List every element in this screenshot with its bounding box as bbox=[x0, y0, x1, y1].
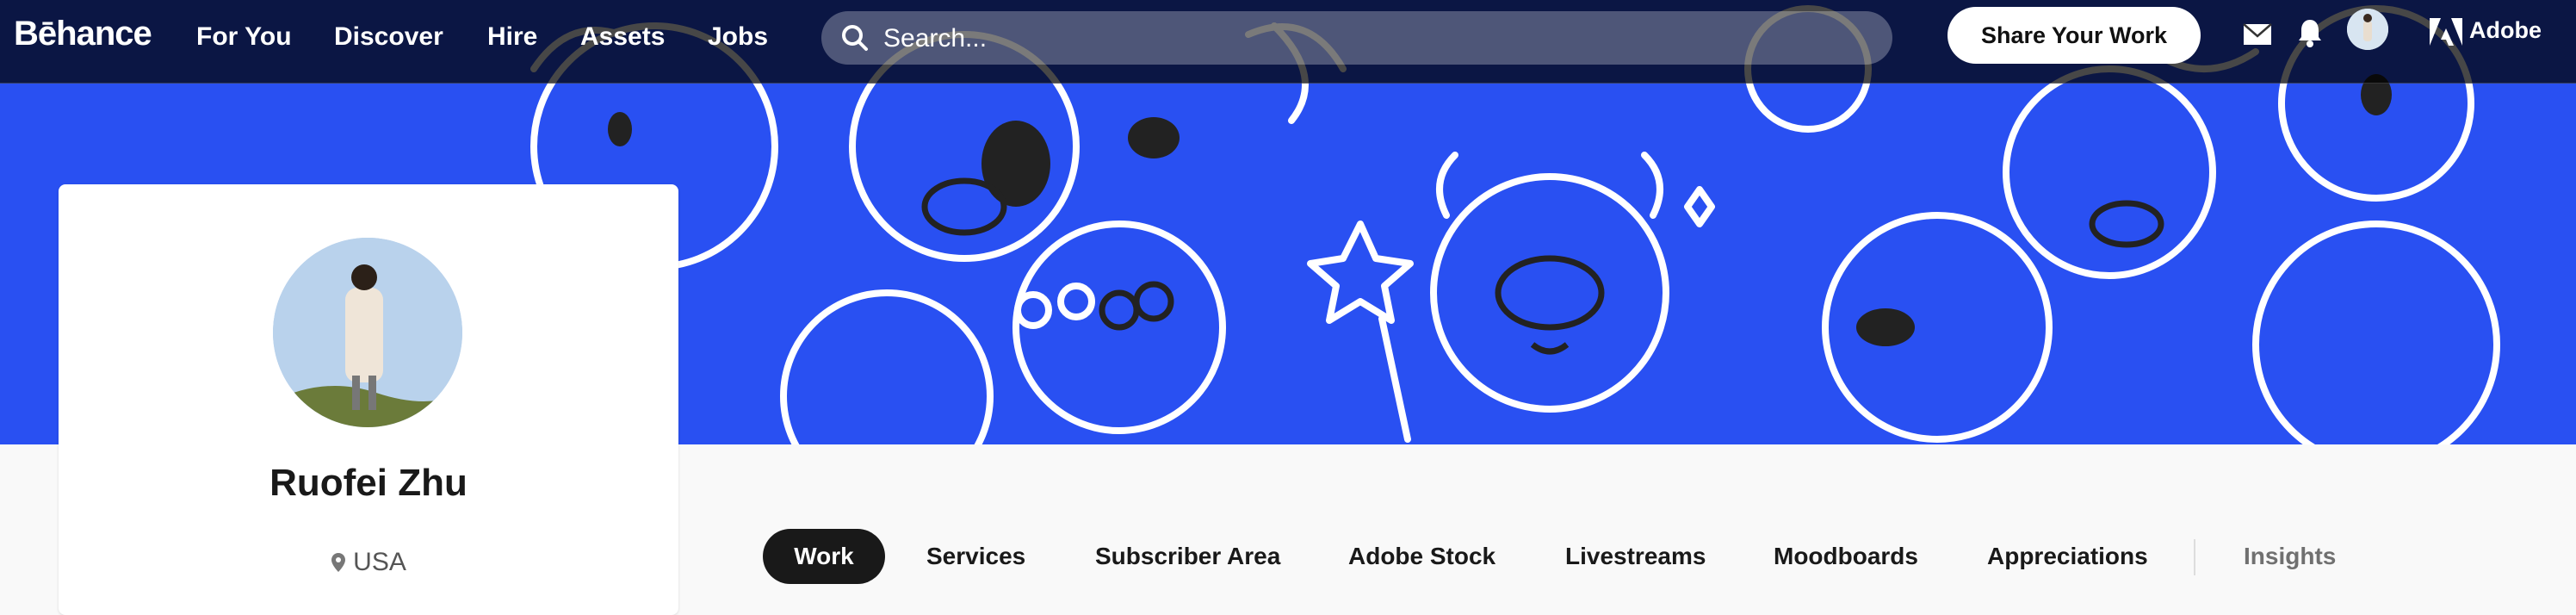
adobe-link[interactable]: Adobe bbox=[2430, 17, 2542, 46]
tab-moodboards[interactable]: Moodboards bbox=[1774, 529, 1918, 584]
tab-work[interactable]: Work bbox=[763, 529, 885, 584]
tab-livestreams[interactable]: Livestreams bbox=[1565, 529, 1706, 584]
adobe-logo-icon bbox=[2430, 17, 2462, 46]
behance-logo[interactable]: Bēhance bbox=[14, 15, 152, 53]
tab-services[interactable]: Services bbox=[926, 529, 1025, 584]
profile-avatar bbox=[273, 238, 462, 427]
tab-insights[interactable]: Insights bbox=[2244, 529, 2336, 584]
nav-for-you[interactable]: For You bbox=[196, 22, 292, 52]
bell-icon[interactable] bbox=[2297, 17, 2323, 48]
search-placeholder: Search... bbox=[883, 24, 988, 53]
tab-adobe-stock[interactable]: Adobe Stock bbox=[1348, 529, 1495, 584]
location-pin-icon bbox=[331, 553, 346, 572]
mail-icon[interactable] bbox=[2242, 22, 2273, 47]
profile-card: Ruofei Zhu USA bbox=[59, 184, 678, 615]
profile-location: USA bbox=[59, 548, 678, 577]
nav-jobs[interactable]: Jobs bbox=[708, 22, 768, 52]
profile-name: Ruofei Zhu bbox=[269, 462, 468, 504]
nav-hire[interactable]: Hire bbox=[487, 22, 537, 52]
tab-divider bbox=[2194, 539, 2195, 575]
profile-location-text: USA bbox=[353, 548, 406, 576]
tab-subscriber-area[interactable]: Subscriber Area bbox=[1095, 529, 1280, 584]
user-avatar[interactable] bbox=[2347, 9, 2388, 50]
adobe-label: Adobe bbox=[2469, 17, 2542, 43]
nav-discover[interactable]: Discover bbox=[334, 22, 443, 52]
tab-appreciations[interactable]: Appreciations bbox=[1987, 529, 2148, 584]
search-icon bbox=[842, 25, 868, 51]
nav-assets[interactable]: Assets bbox=[580, 22, 665, 52]
search-input[interactable]: Search... bbox=[821, 11, 1892, 65]
top-navigation-bar: Bēhance For You Discover Hire Assets Job… bbox=[0, 0, 2576, 84]
share-your-work-button[interactable]: Share Your Work bbox=[1947, 7, 2201, 64]
